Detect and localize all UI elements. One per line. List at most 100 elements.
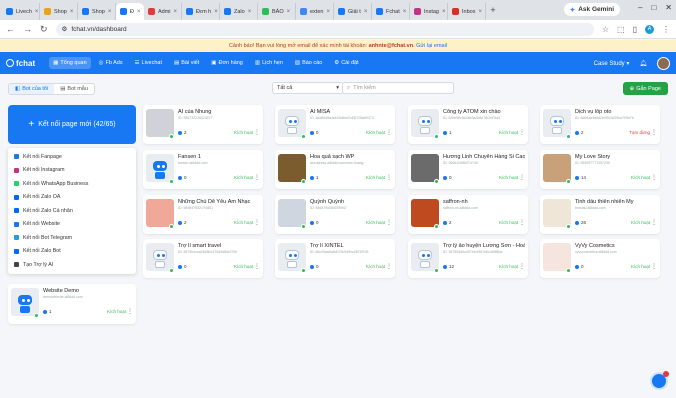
tab-close-icon[interactable]: × bbox=[214, 9, 218, 15]
more-options-icon[interactable]: ⋮ bbox=[386, 219, 392, 226]
nav-item[interactable]: ▦ Tổng quan bbox=[49, 57, 91, 69]
tab-close-icon[interactable]: × bbox=[248, 9, 252, 15]
more-options-icon[interactable]: ⋮ bbox=[254, 129, 260, 136]
more-options-icon[interactable]: ⋮ bbox=[519, 219, 525, 226]
status-label[interactable]: Kích hoạt bbox=[107, 309, 126, 314]
status-label[interactable]: Kích hoạt bbox=[234, 264, 253, 269]
resend-email-link[interactable]: Gửi lại email bbox=[416, 43, 447, 49]
more-options-icon[interactable]: ⋮ bbox=[254, 263, 260, 270]
browser-tab[interactable]: Đơn h × bbox=[182, 3, 220, 20]
tab-close-icon[interactable]: × bbox=[326, 9, 330, 15]
profile-avatar[interactable]: A bbox=[645, 24, 654, 34]
tab-close-icon[interactable]: × bbox=[108, 9, 112, 15]
chat-support-button[interactable] bbox=[650, 371, 669, 390]
status-filter-select[interactable]: Tất cả ▾ bbox=[272, 82, 344, 94]
status-label[interactable]: Tạm dừng bbox=[629, 130, 650, 135]
browser-tab[interactable]: Zalo × bbox=[220, 3, 258, 20]
status-label[interactable]: Kích hoạt bbox=[499, 220, 518, 225]
more-options-icon[interactable]: ⋮ bbox=[386, 263, 392, 270]
nav-item[interactable]: ⚙ Cài đặt bbox=[330, 57, 362, 69]
tab-my-bots[interactable]: ◧ Bot của tôi bbox=[9, 84, 55, 94]
more-options-icon[interactable]: ⋮ bbox=[651, 219, 657, 226]
bot-card[interactable]: My Love Story ID: 9930577T7057290 14 Kích h… bbox=[540, 150, 660, 189]
status-label[interactable]: Kích hoạt bbox=[234, 130, 253, 135]
close-icon[interactable]: ✕ bbox=[665, 3, 672, 12]
browser-tab[interactable]: BÁO × bbox=[258, 3, 296, 20]
new-tab-icon[interactable]: + bbox=[486, 5, 500, 15]
browser-tab[interactable]: Instag × bbox=[410, 3, 448, 20]
browser-tab[interactable]: Đ × bbox=[116, 3, 144, 20]
dropdown-item[interactable]: Kết nối WhatsApp Business bbox=[8, 177, 136, 191]
browser-tab[interactable]: exten × bbox=[296, 3, 334, 20]
bot-card[interactable]: Dịch vụ lốp oto ID: 6d69aa4a6d2b9f923c09b… bbox=[540, 105, 660, 144]
bot-card[interactable]: Trợ lí XINTEL ID: 8dc09aa6a8d079c5d5ec087… bbox=[275, 239, 395, 278]
bot-card[interactable]: Tinh dầu thiên nhiên My tinhdau.ai8ddd.co… bbox=[540, 195, 660, 234]
dropdown-item[interactable]: Kết nối Website bbox=[8, 218, 136, 232]
browser-menu-icon[interactable]: ⋮ bbox=[662, 25, 670, 34]
more-options-icon[interactable]: ⋮ bbox=[651, 263, 657, 270]
status-label[interactable]: Kích hoạt bbox=[234, 220, 253, 225]
browser-tab[interactable]: Shop × bbox=[40, 3, 78, 20]
bell-icon[interactable]: 🔔︎ bbox=[639, 60, 647, 67]
more-options-icon[interactable]: ⋮ bbox=[651, 174, 657, 181]
nav-item[interactable]: ◎ Fb Ads bbox=[95, 57, 127, 69]
more-options-icon[interactable]: ⋮ bbox=[254, 174, 260, 181]
bot-card[interactable]: Công ty ATOM xin chào ID: 62fef58c8d4bb3a… bbox=[408, 105, 528, 144]
dropdown-item[interactable]: Kết nối Zalo OA bbox=[8, 191, 136, 205]
forward-icon[interactable]: → bbox=[23, 24, 32, 34]
bot-card[interactable]: VyVy Cosmetics vyvycosmetics.ai8ddd.com 0 K… bbox=[540, 239, 660, 278]
status-label[interactable]: Kích hoạt bbox=[366, 264, 385, 269]
tab-close-icon[interactable]: × bbox=[403, 9, 407, 15]
status-label[interactable]: Kích hoạt bbox=[499, 264, 518, 269]
tab-close-icon[interactable]: × bbox=[174, 9, 178, 15]
bot-card[interactable]: Trợ lý ảo huyện Lương Sơn - Hoà BìnhID: … bbox=[408, 239, 528, 278]
more-options-icon[interactable]: ⋮ bbox=[254, 219, 260, 226]
more-options-icon[interactable]: ⋮ bbox=[127, 308, 133, 315]
more-options-icon[interactable]: ⋮ bbox=[651, 129, 657, 136]
reload-icon[interactable]: ↻ bbox=[40, 24, 48, 35]
ask-gemini-button[interactable]: ✦ Ask Gemini bbox=[563, 3, 620, 16]
status-label[interactable]: Kích hoạt bbox=[499, 130, 518, 135]
status-label[interactable]: Kích hoạt bbox=[366, 130, 385, 135]
tab-close-icon[interactable]: × bbox=[478, 9, 482, 15]
bot-card[interactable]: saffron-nh saffron-nh.ai8ddd.com 2 Kích hoạ… bbox=[408, 195, 528, 234]
browser-tab[interactable]: Fchat × bbox=[372, 3, 410, 20]
nav-item[interactable]: ▤ Bài viết bbox=[170, 57, 203, 69]
nav-item[interactable]: ▥ Lịch hẹn bbox=[251, 57, 287, 69]
more-options-icon[interactable]: ⋮ bbox=[386, 129, 392, 136]
tab-close-icon[interactable]: × bbox=[287, 9, 291, 15]
add-page-button[interactable]: ⊕ Gắn Page bbox=[622, 82, 668, 95]
bot-card[interactable]: AI MISA ID: a5d86d5a4bb2fa6ba7b49f728a693… bbox=[275, 105, 395, 144]
bot-card[interactable]: Những Chú Dê Yêu Âm Nhạc ID: 5596975521Y0… bbox=[143, 195, 263, 234]
status-label[interactable]: Kích hoạt bbox=[499, 175, 518, 180]
dropdown-item[interactable]: Kết nối Instagram bbox=[8, 164, 136, 178]
dropdown-item[interactable]: Kết nối Fanpage bbox=[8, 150, 136, 164]
url-field[interactable]: ⚙ fchat.vn/dashboard bbox=[55, 22, 594, 36]
tab-close-icon[interactable]: × bbox=[70, 9, 74, 15]
tab-close-icon[interactable]: × bbox=[137, 9, 141, 15]
dropdown-item[interactable]: Kết nối Bot Telegram bbox=[8, 231, 136, 245]
more-options-icon[interactable]: ⋮ bbox=[386, 174, 392, 181]
browser-tab[interactable]: Admi × bbox=[144, 3, 182, 20]
connect-new-page-button[interactable]: + Kết nối page mới (42/65) bbox=[8, 105, 136, 144]
tab-close-icon[interactable]: × bbox=[364, 9, 368, 15]
status-label[interactable]: Kích hoạt bbox=[631, 264, 650, 269]
status-label[interactable]: Kích hoạt bbox=[631, 175, 650, 180]
bot-card[interactable]: Quỳnh Quỳnh ID: 5465790089059947 0 Kích hoạ… bbox=[275, 195, 395, 234]
more-options-icon[interactable]: ⋮ bbox=[519, 174, 525, 181]
bot-card[interactable]: Trợ lí smart travel ID: 5679b4caa2848b247… bbox=[143, 239, 263, 278]
fchat-logo[interactable]: fchat bbox=[6, 59, 35, 68]
dropdown-item[interactable]: Kết nối Zalo Cá nhân bbox=[8, 204, 136, 218]
nav-item[interactable]: ▨ Báo cáo bbox=[291, 57, 326, 69]
more-options-icon[interactable]: ⋮ bbox=[519, 129, 525, 136]
browser-tab[interactable]: Shop × bbox=[78, 3, 116, 20]
star-icon[interactable]: ☆ bbox=[602, 25, 609, 34]
status-label[interactable]: Kích hoạt bbox=[234, 175, 253, 180]
tab-close-icon[interactable]: × bbox=[35, 9, 39, 15]
nav-item[interactable]: ☰ Livechat bbox=[131, 57, 166, 69]
bot-card[interactable]: AI của Nhung ID: 958732226024077 2 Kích hoạ… bbox=[143, 105, 263, 144]
account-selector[interactable]: Case Study ▾ bbox=[594, 60, 630, 67]
bot-card[interactable]: Website Demo demowebsite.ai8ddd.com 1 Kích … bbox=[8, 284, 136, 324]
dropdown-item[interactable]: Kết nối Zalo Bot bbox=[8, 245, 136, 259]
more-options-icon[interactable]: ⋮ bbox=[519, 263, 525, 270]
